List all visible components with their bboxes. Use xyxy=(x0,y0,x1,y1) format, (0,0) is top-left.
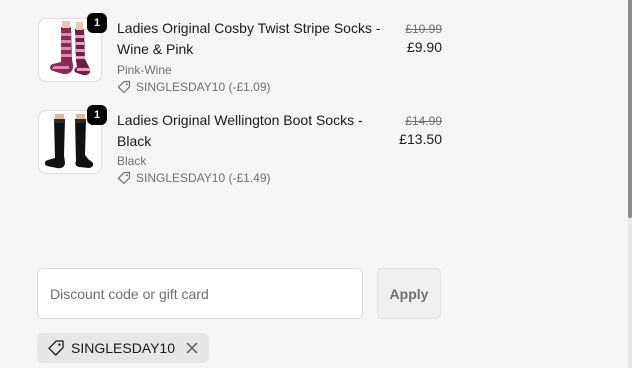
product-variant: Pink-Wine xyxy=(117,63,172,77)
quantity-badge: 1 xyxy=(87,105,107,125)
product-variant: Black xyxy=(117,154,147,168)
tag-icon xyxy=(117,171,131,185)
product-thumbnail: 1 xyxy=(38,105,107,174)
item-discount: SINGLESDAY10 (-£1.49) xyxy=(117,171,271,185)
product-thumbnail: 1 xyxy=(38,13,107,82)
applied-code-text: SINGLESDAY10 xyxy=(71,340,176,356)
scrollbar-thumb[interactable] xyxy=(628,0,632,218)
cart-line-item: 1 Ladies Original Wellington Boot Socks … xyxy=(38,105,442,185)
item-discount: SINGLESDAY10 (-£1.09) xyxy=(117,80,271,94)
discount-text: SINGLESDAY10 (-£1.49) xyxy=(136,171,271,185)
cart-line-item: 1 Ladies Original Cosby Twist Stripe Soc… xyxy=(38,13,442,94)
product-title: Ladies Original Cosby Twist Stripe Socks… xyxy=(117,20,381,57)
remove-discount-button[interactable] xyxy=(185,341,199,355)
apply-button[interactable]: Apply xyxy=(377,268,441,319)
tag-icon xyxy=(117,80,131,94)
discount-text: SINGLESDAY10 (-£1.09) xyxy=(136,80,271,94)
sale-price: £13.50 xyxy=(399,131,442,147)
original-price: £10.99 xyxy=(405,22,442,36)
close-icon xyxy=(186,342,198,354)
product-title: Ladies Original Wellington Boot Socks - … xyxy=(117,112,363,149)
original-price: £14.99 xyxy=(405,114,442,128)
applied-discount-chip: SINGLESDAY10 xyxy=(37,333,210,363)
quantity-badge: 1 xyxy=(87,13,107,33)
discount-code-input[interactable] xyxy=(37,268,363,319)
tag-icon xyxy=(48,340,64,356)
sale-price: £9.90 xyxy=(406,39,442,55)
